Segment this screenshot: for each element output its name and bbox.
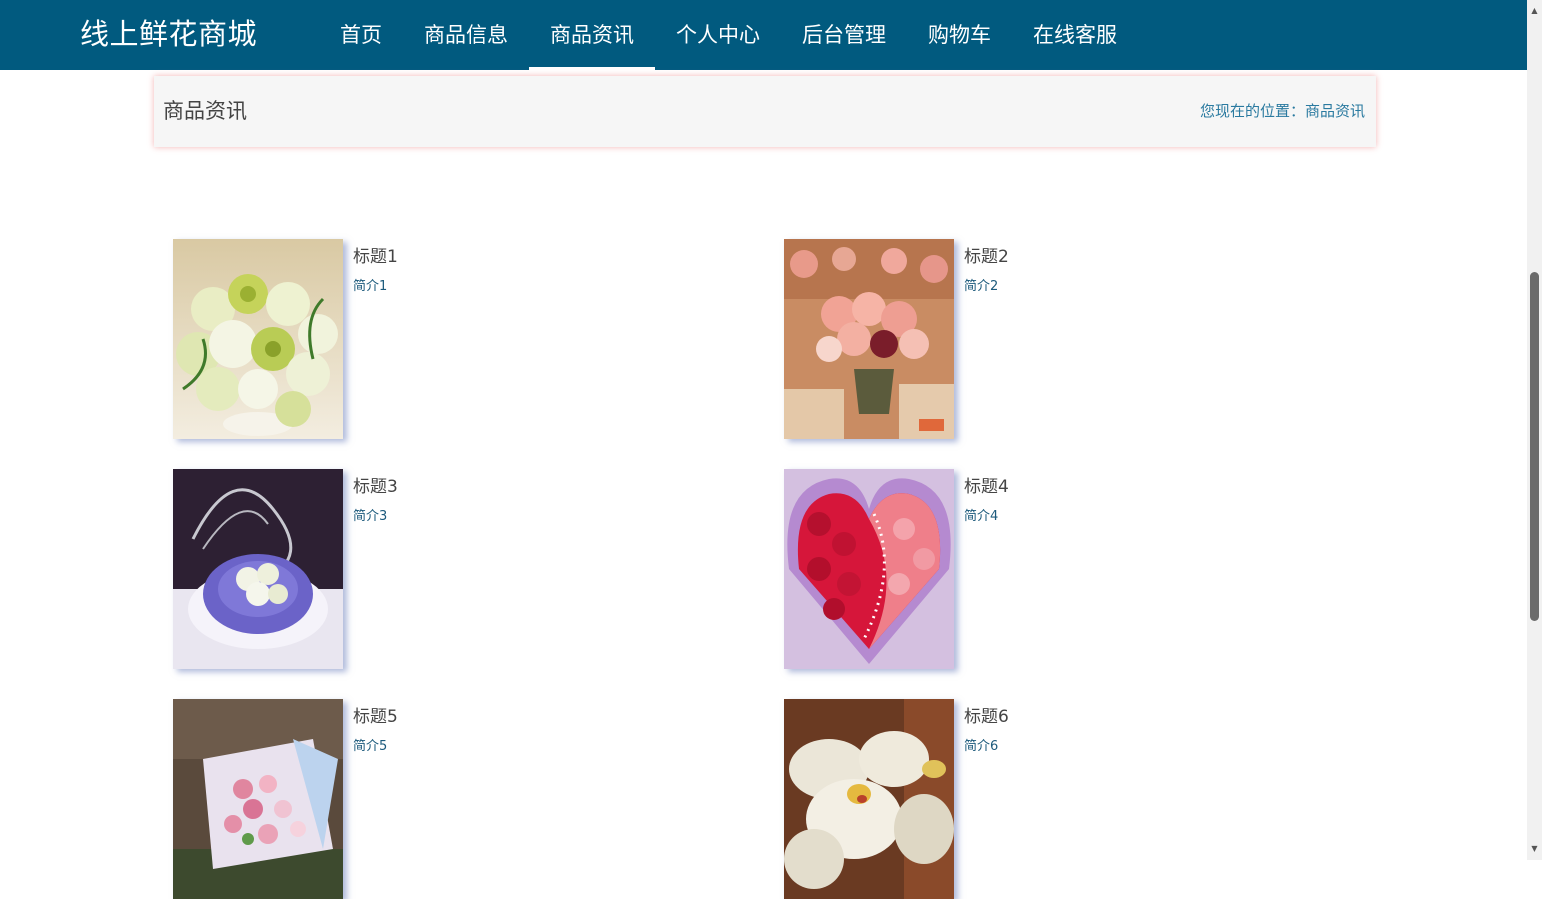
- news-title[interactable]: 标题2: [964, 245, 1009, 269]
- triangle-down-icon[interactable]: ▼: [1527, 841, 1542, 856]
- nav-item-cart[interactable]: 购物车: [907, 0, 1012, 70]
- nav-item-products[interactable]: 商品信息: [403, 0, 529, 70]
- news-title[interactable]: 标题3: [353, 475, 398, 499]
- nav-item-profile[interactable]: 个人中心: [655, 0, 781, 70]
- news-title[interactable]: 标题1: [353, 245, 398, 269]
- breadcrumb-location[interactable]: 您现在的位置：商品资讯: [1200, 99, 1365, 123]
- top-navbar: 线上鲜花商城 首页 商品信息 商品资讯 个人中心 后台管理 购物车 在线客服: [0, 0, 1527, 70]
- nav-item-news[interactable]: 商品资讯: [529, 0, 655, 70]
- main-nav: 首页 商品信息 商品资讯 个人中心 后台管理 购物车 在线客服: [319, 0, 1138, 70]
- news-thumbnail[interactable]: [784, 469, 954, 669]
- news-summary: 简介1: [353, 279, 388, 294]
- vertical-scrollbar[interactable]: ▲ ▼: [1527, 0, 1542, 860]
- news-summary: 简介3: [353, 509, 388, 524]
- news-item[interactable]: 标题4 简介4: [784, 469, 1344, 669]
- news-title[interactable]: 标题5: [353, 705, 398, 729]
- news-thumbnail[interactable]: [173, 699, 343, 899]
- news-summary: 简介5: [353, 739, 388, 754]
- news-summary: 简介4: [964, 509, 999, 524]
- news-item[interactable]: 标题2 简介2: [784, 239, 1344, 439]
- breadcrumb: 商品资讯 您现在的位置：商品资讯: [154, 76, 1376, 147]
- news-summary: 简介2: [964, 279, 999, 294]
- nav-item-support[interactable]: 在线客服: [1012, 0, 1138, 70]
- nav-item-home[interactable]: 首页: [319, 0, 403, 70]
- news-item[interactable]: 标题1 简介1: [173, 239, 733, 439]
- triangle-up-icon[interactable]: ▲: [1527, 3, 1542, 18]
- news-summary: 简介6: [964, 739, 999, 754]
- news-title[interactable]: 标题4: [964, 475, 1009, 499]
- news-item[interactable]: 标题5 简介5: [173, 699, 733, 899]
- news-title[interactable]: 标题6: [964, 705, 1009, 729]
- news-item[interactable]: 标题3 简介3: [173, 469, 733, 669]
- news-thumbnail[interactable]: [784, 699, 954, 899]
- site-logo-title[interactable]: 线上鲜花商城: [80, 14, 257, 54]
- page-title: 商品资讯: [163, 99, 247, 123]
- scrollbar-thumb[interactable]: [1530, 272, 1539, 621]
- news-thumbnail[interactable]: [784, 239, 954, 439]
- news-thumbnail[interactable]: [173, 239, 343, 439]
- news-thumbnail[interactable]: [173, 469, 343, 669]
- nav-item-admin[interactable]: 后台管理: [781, 0, 907, 70]
- news-item[interactable]: 标题6 简介6: [784, 699, 1344, 899]
